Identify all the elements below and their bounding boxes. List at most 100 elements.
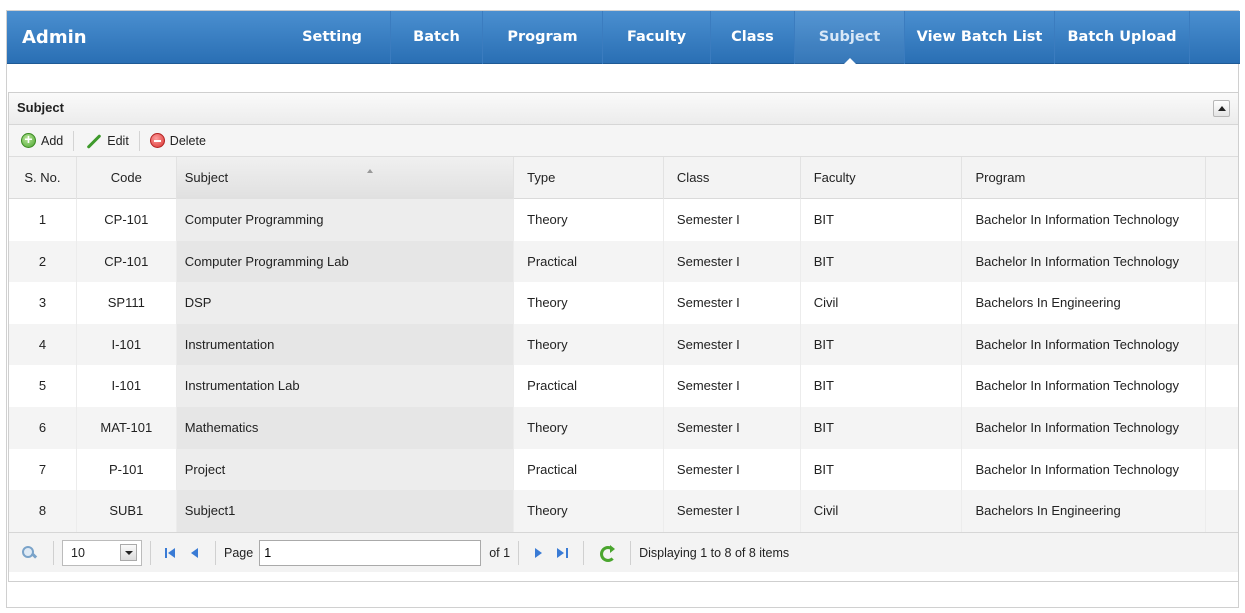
cell-program: Bachelor In Information Technology <box>962 323 1207 366</box>
refresh-icon[interactable] <box>598 544 617 562</box>
last-page-icon[interactable] <box>556 546 570 560</box>
sort-ascending-icon <box>367 169 374 173</box>
column-header-faculty[interactable]: Faculty <box>801 157 963 199</box>
pencil-icon <box>84 132 102 150</box>
cell-faculty: BIT <box>801 406 963 449</box>
column-header-sno[interactable]: S. No. <box>9 157 77 199</box>
next-page-icon[interactable] <box>532 546 546 560</box>
delete-icon <box>149 133 165 148</box>
cell-faculty: BIT <box>801 323 963 366</box>
cell-sno: 5 <box>9 365 77 407</box>
cell-spacer <box>1206 324 1238 366</box>
page-label: Page <box>224 545 254 560</box>
add-button[interactable]: Add <box>15 129 69 153</box>
table-row[interactable]: 3 SP111 DSP Theory Semester I Civil Bachelors … <box>9 282 1238 324</box>
pager-separator <box>150 540 151 565</box>
table-row[interactable]: 2 CP-101 Computer Programming Lab Practical… <box>9 240 1238 283</box>
cell-type: Practical <box>514 365 664 407</box>
cell-spacer <box>1206 449 1238 491</box>
first-page-icon[interactable] <box>164 546 178 560</box>
app-window: Admin Setting Batch Program Faculty Class Sub… <box>6 10 1240 608</box>
nav-subject[interactable]: Subject <box>795 11 905 65</box>
pagination-bar: 10 Page of 1 Displaying 1 to 8 of 8 item… <box>9 532 1238 572</box>
cell-class: Semester I <box>664 490 801 532</box>
toolbar-separator <box>73 130 75 151</box>
page-size-select[interactable]: 10 <box>62 539 142 566</box>
cell-sno: 6 <box>9 406 77 449</box>
nav-view-batch-list[interactable]: View Batch List <box>905 11 1055 64</box>
table-row[interactable]: 4 I-101 Instrumentation Theory Semester I BIT… <box>9 323 1238 366</box>
add-icon <box>21 131 36 148</box>
table-row[interactable]: 8 SUB1 Subject1 Theory Semester I Civil Bachel… <box>9 490 1238 532</box>
brand-title: Admin <box>22 27 87 48</box>
cell-type: Practical <box>514 448 664 491</box>
table-row[interactable]: 7 P-101 Project Practical Semester I BIT Bache… <box>9 448 1238 491</box>
edit-button[interactable]: Edit <box>78 129 135 153</box>
cell-sno: 7 <box>9 448 77 491</box>
column-header-class[interactable]: Class <box>664 157 801 199</box>
cell-sno: 3 <box>9 282 77 324</box>
cell-faculty: BIT <box>801 365 963 407</box>
table-row[interactable]: 1 CP-101 Computer Programming Theory Semeste… <box>9 199 1238 241</box>
nav-class[interactable]: Class <box>711 11 795 64</box>
cell-subject: Computer Programming Lab <box>176 240 515 283</box>
cell-class: Semester I <box>664 282 801 324</box>
cell-faculty: BIT <box>801 240 963 283</box>
cell-class: Semester I <box>664 406 801 449</box>
cell-code: CP-101 <box>77 240 177 283</box>
collapse-icon[interactable] <box>1213 100 1230 117</box>
nav-setting[interactable]: Setting <box>274 11 391 64</box>
previous-page-icon[interactable] <box>188 546 202 560</box>
cell-spacer <box>1206 490 1238 532</box>
chevron-down-icon[interactable] <box>120 544 137 561</box>
add-label: Add <box>41 133 64 148</box>
search-icon[interactable] <box>21 545 37 561</box>
cell-code: MAT-101 <box>77 406 177 449</box>
cell-subject: Instrumentation <box>176 323 515 366</box>
toolbar-separator <box>138 130 140 151</box>
cell-type: Theory <box>514 490 664 532</box>
pager-separator <box>630 540 632 565</box>
cell-faculty: Civil <box>801 490 963 532</box>
cell-code: I-101 <box>77 323 177 366</box>
delete-label: Delete <box>169 133 206 148</box>
nav-batch[interactable]: Batch <box>391 11 483 64</box>
cell-type: Theory <box>514 406 664 449</box>
column-header-type[interactable]: Type <box>514 157 664 199</box>
cell-code: CP-101 <box>77 199 177 241</box>
page-size-value: 10 <box>71 545 85 560</box>
cell-code: SP111 <box>77 282 177 324</box>
column-header-spacer <box>1206 157 1238 199</box>
cell-code: I-101 <box>77 365 177 407</box>
column-header-subject[interactable]: Subject <box>176 157 515 199</box>
cell-sno: 4 <box>9 323 77 366</box>
nav-batch-upload[interactable]: Batch Upload <box>1055 11 1190 64</box>
cell-type: Practical <box>514 240 664 283</box>
cell-subject: Mathematics <box>176 406 515 449</box>
cell-class: Semester I <box>664 240 801 283</box>
column-header-code[interactable]: Code <box>77 157 177 199</box>
column-header-program[interactable]: Program <box>962 157 1207 199</box>
top-navigation-bar: Admin Setting Batch Program Faculty Class Sub… <box>7 11 1240 65</box>
table-row[interactable]: 5 I-101 Instrumentation Lab Practical Semest… <box>9 365 1238 407</box>
grid-body: 1 CP-101 Computer Programming Theory Semeste… <box>9 199 1238 532</box>
delete-button[interactable]: Delete <box>144 129 212 153</box>
pager-status-text: Displaying 1 to 8 of 8 items <box>639 545 790 560</box>
cell-type: Theory <box>514 282 664 324</box>
cell-program: Bachelor In Information Technology <box>962 240 1207 283</box>
cell-class: Semester I <box>664 365 801 407</box>
panel-title: Subject <box>17 100 64 115</box>
cell-spacer <box>1206 365 1238 407</box>
page-number-input[interactable] <box>259 539 482 566</box>
table-row[interactable]: 6 MAT-101 Mathematics Theory Semester I BIT Ba… <box>9 406 1238 449</box>
toolbar: Add Edit Delete <box>9 125 1238 157</box>
cell-program: Bachelor In Information Technology <box>962 448 1207 491</box>
panel-header: Subject <box>9 93 1238 125</box>
nav-faculty[interactable]: Faculty <box>603 11 711 64</box>
nav-program[interactable]: Program <box>483 11 603 64</box>
nav-menu: Setting Batch Program Faculty Class Subject Vi… <box>274 11 1190 65</box>
cell-subject: Computer Programming <box>176 199 515 241</box>
cell-spacer <box>1206 199 1238 241</box>
pager-separator <box>53 540 54 565</box>
cell-spacer <box>1206 407 1238 449</box>
